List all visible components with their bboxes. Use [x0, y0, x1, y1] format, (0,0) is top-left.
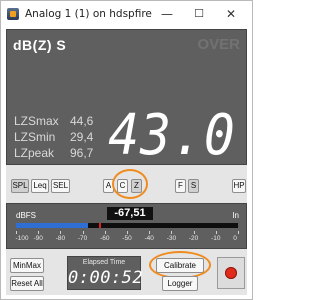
- slow-button[interactable]: S: [188, 179, 199, 193]
- stat-name: LZSmax: [14, 114, 59, 128]
- meter-tick: [104, 231, 106, 234]
- stats-list: LZSmax 44,6 LZSmin 29,4 LZpeak 96,7: [14, 114, 94, 162]
- highlight-ring: [112, 169, 148, 199]
- meter-scale: -100 -90 -80 -70 -60 -50 -40 -30 -20 -10 0: [15, 231, 239, 245]
- meter-tick-label: -40: [144, 235, 154, 242]
- over-indicator: OVER: [197, 36, 240, 53]
- stat-value: 96,7: [70, 146, 94, 160]
- meter-tick-label: -10: [211, 235, 221, 242]
- meter-tick: [82, 231, 84, 234]
- stat-name: LZSmin: [14, 130, 56, 144]
- app-icon: [7, 8, 19, 20]
- fast-button[interactable]: F: [175, 179, 186, 193]
- leq-button[interactable]: Leq: [31, 179, 49, 193]
- meter-tick-label: -60: [100, 235, 110, 242]
- level-display: dB(Z) S OVER LZSmax 44,6 LZSmin 29,4 LZp…: [6, 29, 247, 165]
- elapsed-title: Elapsed Time: [82, 259, 126, 266]
- meter-tick: [149, 231, 151, 234]
- elapsed-time-value: 0:00:52: [68, 268, 144, 288]
- sel-button[interactable]: SEL: [51, 179, 70, 193]
- meter-tick-label: -90: [33, 235, 43, 242]
- big-level-value: 43.0: [108, 103, 236, 168]
- highlight-ring: [149, 251, 211, 279]
- meter-tick-label: -20: [188, 235, 199, 242]
- meter-tick: [16, 231, 17, 234]
- main-content: dB(Z) S OVER LZSmax 44,6 LZSmin 29,4 LZp…: [6, 29, 247, 295]
- spl-button[interactable]: SPL: [11, 179, 29, 193]
- reset-all-button[interactable]: Reset All: [10, 276, 44, 291]
- title-bar: Analog 1 (1) on hdspfire — ☐ ✕: [1, 1, 252, 28]
- meter-unit: dBFS: [16, 211, 37, 220]
- meter-tick: [193, 231, 195, 234]
- mode-label: dB(Z) S: [13, 37, 67, 53]
- record-icon: [225, 267, 237, 279]
- meter-tick-label: -30: [166, 235, 177, 242]
- stat-name: LZpeak: [14, 146, 55, 160]
- record-button[interactable]: [217, 257, 245, 289]
- stat-value: 29,4: [70, 130, 94, 144]
- window-title: Analog 1 (1) on hdspfire: [25, 8, 152, 20]
- meter-tick-label: -100: [15, 235, 29, 242]
- meter-tick: [127, 231, 128, 234]
- stat-row: LZSmin 29,4: [14, 130, 94, 146]
- minmax-button[interactable]: MinMax: [10, 258, 44, 273]
- level-meter: dBFS -67,51 In -100 -90 -80 -70 -60 -50 -40 -30…: [6, 203, 247, 249]
- meter-tick-label: -70: [77, 235, 88, 242]
- meter-tick: [171, 231, 173, 234]
- stat-row: LZSmax 44,6: [14, 114, 94, 130]
- stat-value: 44,6: [70, 114, 94, 128]
- close-button[interactable]: ✕: [219, 5, 243, 23]
- minimize-button[interactable]: —: [155, 5, 179, 23]
- meter-tick: [60, 231, 62, 234]
- meter-tick: [238, 231, 239, 234]
- meter-peak-marker: [99, 223, 102, 228]
- meter-tick-label: 0: [233, 235, 237, 242]
- maximize-button[interactable]: ☐: [187, 5, 211, 23]
- meter-channel: In: [232, 211, 239, 220]
- meter-bar: [16, 223, 238, 228]
- elapsed-time-panel: Elapsed Time 0:00:52: [67, 256, 144, 290]
- meter-readout: -67,51: [107, 207, 153, 220]
- hp-button[interactable]: HP: [232, 179, 246, 193]
- meter-tick: [215, 231, 217, 234]
- meter-tick: [38, 231, 40, 234]
- logger-button[interactable]: Logger: [162, 276, 198, 291]
- stat-row: LZpeak 96,7: [14, 146, 94, 162]
- analyzer-window: Analog 1 (1) on hdspfire — ☐ ✕ dB(Z) S O…: [0, 0, 253, 300]
- meter-tick-label: -80: [55, 235, 66, 242]
- meter-tick-label: -50: [122, 235, 132, 242]
- meter-bar-fill: [16, 223, 89, 228]
